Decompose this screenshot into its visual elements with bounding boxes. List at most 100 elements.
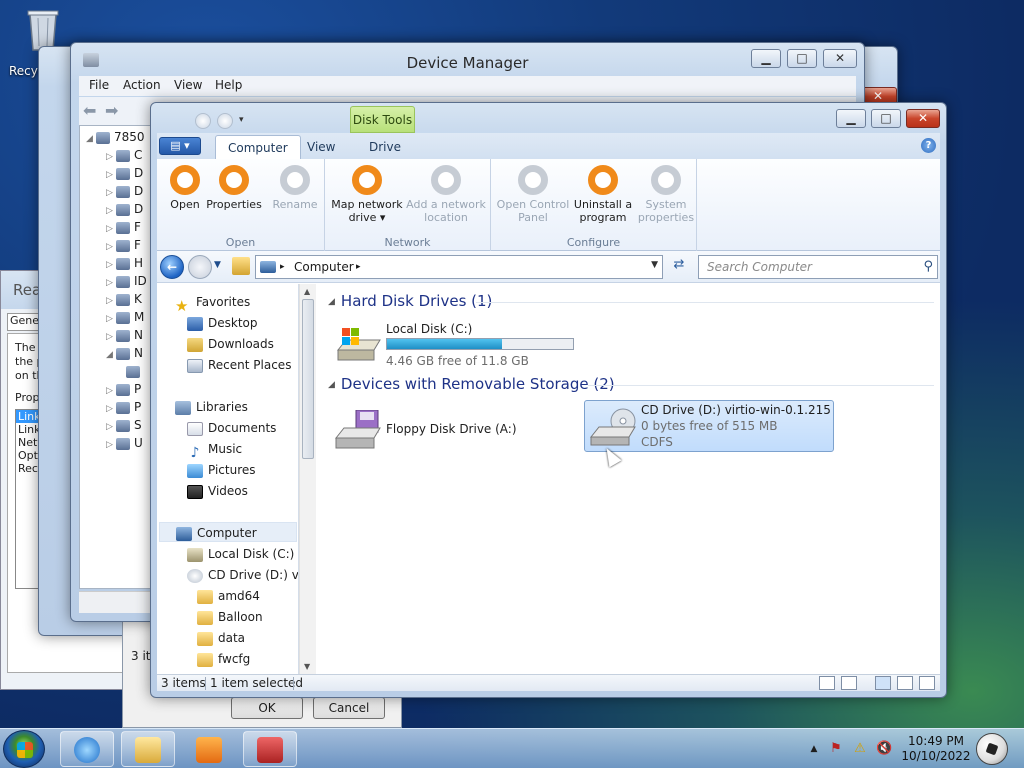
chevron-down-icon[interactable]: ▾ — [239, 115, 255, 131]
taskbar-media-player[interactable] — [182, 731, 236, 767]
breadcrumb-arrow-icon[interactable]: ▸ — [356, 262, 361, 272]
scroll-up-icon[interactable]: ▲ — [304, 287, 310, 296]
nav-folder[interactable]: data — [197, 628, 245, 648]
help-icon[interactable]: ? — [921, 138, 936, 153]
action-center-flag-icon[interactable]: ⚑ — [828, 741, 844, 757]
drive-local-disk[interactable]: Local Disk (C:) 4.46 GB free of 11.8 GB — [330, 318, 580, 370]
tree-node[interactable]: ▷ P — [106, 382, 141, 396]
show-hidden-icons-icon[interactable]: ▲ — [806, 741, 822, 757]
maximize-icon[interactable]: □ — [787, 49, 817, 68]
qat-button[interactable] — [217, 113, 233, 129]
group-header-removable[interactable]: ◢ Devices with Removable Storage (2) — [328, 375, 615, 393]
open-control-panel-button[interactable]: Open Control Panel — [495, 165, 571, 224]
tree-node[interactable]: ▷ D — [106, 202, 143, 216]
minimize-icon[interactable]: ▁ — [836, 109, 866, 128]
nav-cd-drive[interactable]: CD Drive (D:) virt — [187, 565, 298, 585]
uninstall-program-button[interactable]: Uninstall a program — [569, 165, 637, 224]
tab-computer[interactable]: Computer — [215, 135, 301, 159]
search-icon[interactable]: ⚲ — [923, 259, 933, 274]
forward-arrow-icon[interactable]: ➡ — [105, 101, 118, 120]
tree-node[interactable]: ▷ S — [106, 418, 142, 432]
up-folder-icon[interactable] — [232, 257, 250, 275]
nav-computer[interactable]: Computer — [159, 522, 297, 542]
tree-node[interactable]: ▷ P — [106, 400, 141, 414]
maximize-icon[interactable]: □ — [871, 109, 901, 128]
menu-action[interactable]: Action — [123, 78, 161, 92]
clock[interactable]: 10:49 PM 10/10/2022 — [900, 734, 972, 764]
large-icons-view-icon[interactable] — [841, 676, 857, 690]
nav-desktop[interactable]: Desktop — [187, 313, 258, 333]
qat-button[interactable] — [195, 113, 211, 129]
warning-icon[interactable]: ⚠ — [852, 741, 868, 757]
breadcrumb-computer[interactable]: Computer — [294, 260, 354, 274]
nav-music[interactable]: ♪ Music — [187, 439, 243, 461]
tree-node[interactable] — [126, 364, 144, 378]
rename-button[interactable]: Rename — [269, 165, 321, 211]
drive-cd[interactable]: CD Drive (D:) virtio-win-0.1.215 0 bytes… — [584, 400, 834, 452]
properties-button[interactable]: Properties — [205, 165, 263, 211]
nav-folder[interactable]: Balloon — [197, 607, 263, 627]
tree-node[interactable]: ▷ M — [106, 310, 144, 324]
preview-pane-icon[interactable] — [875, 676, 891, 690]
tab-drive[interactable]: Drive — [357, 135, 413, 159]
nav-downloads[interactable]: Downloads — [187, 334, 274, 354]
group-header-hdd[interactable]: ◢ Hard Disk Drives (1) — [328, 292, 492, 310]
navigation-pane-icon[interactable] — [919, 676, 935, 690]
scroll-thumb[interactable] — [302, 299, 314, 459]
start-button[interactable] — [3, 730, 45, 768]
nav-libraries[interactable]: Libraries — [175, 397, 248, 417]
recent-pages-dropdown-icon[interactable]: ▼ — [214, 260, 221, 270]
forward-arrow-icon[interactable] — [188, 255, 212, 279]
nav-favorites[interactable]: ★ Favorites — [175, 292, 250, 315]
close-icon[interactable]: ✕ — [823, 49, 857, 68]
tree-node[interactable]: ▷ D — [106, 166, 143, 180]
tree-node[interactable]: ▷ C — [106, 148, 142, 162]
ok-button[interactable]: OK — [231, 697, 303, 719]
search-input[interactable] — [705, 259, 915, 275]
nav-documents[interactable]: Documents — [187, 418, 276, 438]
minimize-icon[interactable]: ▁ — [751, 49, 781, 68]
nav-folder[interactable]: fwcfg — [197, 649, 250, 669]
tree-node[interactable]: ▷ U — [106, 436, 143, 450]
app-menu-button[interactable]: ▤ ▾ — [159, 137, 201, 155]
cancel-button[interactable]: Cancel — [313, 697, 385, 719]
tree-node[interactable]: ▷ H — [106, 256, 143, 270]
search-box[interactable]: ⚲ — [698, 255, 938, 279]
nav-pictures[interactable]: Pictures — [187, 460, 256, 480]
tree-node[interactable]: ▷ ID — [106, 274, 147, 288]
taskbar-explorer[interactable] — [121, 731, 175, 767]
add-network-location-button[interactable]: Add a network location — [405, 165, 487, 224]
tree-node[interactable]: ▷ D — [106, 184, 143, 198]
back-arrow-icon[interactable]: ← — [160, 255, 184, 279]
menu-help[interactable]: Help — [215, 78, 242, 92]
scroll-down-icon[interactable]: ▼ — [304, 662, 310, 671]
address-bar[interactable]: ▸ Computer ▸ ▼ — [255, 255, 663, 279]
tree-node[interactable]: ◢ N — [106, 346, 143, 360]
taskbar-internet-explorer[interactable] — [60, 731, 114, 767]
details-pane-icon[interactable] — [897, 676, 913, 690]
system-properties-button[interactable]: System properties — [635, 165, 697, 224]
volume-muted-icon[interactable]: 🔇 — [876, 741, 892, 757]
nav-folder[interactable]: amd64 — [197, 586, 260, 606]
back-arrow-icon[interactable]: ⬅ — [83, 101, 96, 120]
menu-file[interactable]: File — [89, 78, 109, 92]
nav-recent-places[interactable]: Recent Places — [187, 355, 291, 375]
open-button[interactable]: Open — [163, 165, 207, 211]
tree-node[interactable]: ▷ K — [106, 292, 142, 306]
tree-root[interactable]: ◢ 7850 — [86, 130, 145, 144]
tree-node[interactable]: ▷ N — [106, 328, 143, 342]
taskbar-device-manager[interactable] — [243, 731, 297, 767]
user-picture-icon[interactable] — [976, 733, 1008, 765]
nav-videos[interactable]: Videos — [187, 481, 248, 501]
tree-node[interactable]: ▷ F — [106, 238, 141, 252]
refresh-icon[interactable]: ⇄ — [669, 257, 689, 275]
nav-scrollbar[interactable]: ▲ ▼ — [299, 284, 316, 674]
chevron-down-icon[interactable]: ▼ — [651, 260, 658, 270]
map-network-drive-button[interactable]: Map network drive ▾ — [329, 165, 405, 224]
tree-node[interactable]: ▷ F — [106, 220, 141, 234]
close-icon[interactable]: ✕ — [906, 109, 940, 128]
details-view-icon[interactable] — [819, 676, 835, 690]
breadcrumb-arrow-icon[interactable]: ▸ — [280, 262, 285, 272]
tab-view[interactable]: View — [295, 135, 347, 159]
drive-floppy[interactable]: Floppy Disk Drive (A:) — [330, 404, 560, 456]
